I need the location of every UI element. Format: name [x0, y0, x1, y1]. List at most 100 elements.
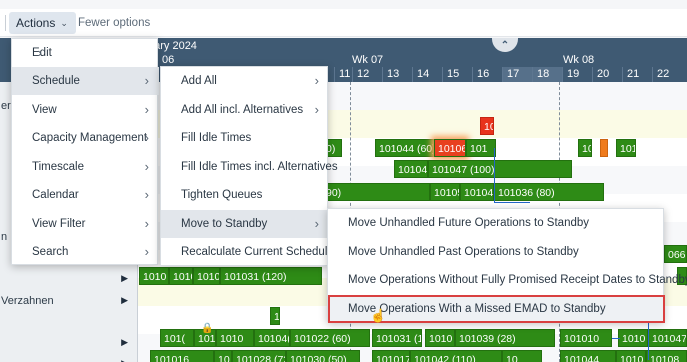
operation-bar[interactable]: 10104(	[254, 329, 290, 347]
operation-bar[interactable]: 101	[466, 139, 496, 157]
operation-bar[interactable]: 1010	[425, 329, 455, 347]
week-label: Wk 08	[563, 54, 595, 66]
operation-bar[interactable]: 101(	[160, 329, 194, 347]
operation-bar[interactable]: 101022 (60)	[290, 329, 370, 347]
menu-item-move-to-standby[interactable]: Move to Standby ›	[161, 210, 329, 238]
fewer-options-button[interactable]: Fewer options	[72, 12, 156, 34]
menu-item-tighten-queues[interactable]: Tighten Queues	[161, 181, 329, 209]
chevron-down-icon: ⌄	[60, 17, 68, 28]
chevron-right-icon: ›	[144, 130, 149, 145]
operation-bar[interactable]: 1010	[618, 329, 648, 347]
day-cell: 13	[382, 67, 412, 82]
menu-item-label: Capacity Management	[32, 132, 148, 144]
day-cell: 22	[652, 67, 682, 82]
menu-item-label: Recalculate Current Schedule	[181, 246, 334, 258]
operation-bar[interactable]: 10	[578, 139, 592, 157]
operation-bar[interactable]: 10	[480, 117, 494, 135]
chevron-right-icon: ›	[144, 73, 149, 88]
menu-item-recalculate-schedule[interactable]: Recalculate Current Schedule	[161, 238, 334, 266]
menu-item-edit[interactable]: Edit ›	[12, 39, 52, 67]
toolbar: Actions ⌄ Fewer options	[0, 9, 687, 37]
chevron-up-icon: ⌃	[500, 39, 510, 51]
menu-item-move-without-promised-receipt[interactable]: Move Operations Without Fully Promised R…	[328, 266, 687, 294]
day-cell: 19	[562, 67, 592, 82]
operation-bar[interactable]: 1	[270, 307, 280, 325]
menu-item-label: View	[32, 104, 57, 116]
operation-bar[interactable]: 101030 (50)	[286, 350, 360, 362]
dependency-link	[494, 148, 495, 202]
operation-bar[interactable]: 101031 (1	[372, 329, 422, 347]
menu-item-label: Search	[32, 246, 69, 258]
day-cell: 18	[532, 67, 562, 82]
operation-bar[interactable]: 066	[664, 245, 687, 263]
menu-item-add-all-alternatives[interactable]: Add All incl. Alternatives ›	[161, 96, 329, 124]
operation-bar[interactable]: 101017	[372, 350, 410, 362]
operation-bar[interactable]	[600, 139, 608, 157]
operation-bar[interactable]: 101039 (28)	[455, 329, 555, 347]
resource-row[interactable]: Verzahnen ▶	[0, 287, 138, 315]
resource-row[interactable]: ▶	[0, 350, 138, 362]
operation-bar[interactable]: 101036 (80)	[494, 183, 604, 201]
operation-bar[interactable]: 1010	[616, 350, 646, 362]
menu-item-view[interactable]: View ›	[12, 96, 159, 124]
dependency-link	[494, 202, 530, 203]
operation-bar[interactable]: 10108	[646, 350, 687, 362]
move-to-standby-submenu: Move Unhandled Future Operations to Stan…	[327, 208, 687, 323]
operation-bar[interactable]: 101047	[648, 329, 687, 347]
operation-bar[interactable]: 101044	[560, 350, 616, 362]
menu-item-label: Timescale	[32, 161, 84, 173]
menu-item-fill-idle-times[interactable]: Fill Idle Times	[161, 124, 329, 152]
chevron-right-icon: ›	[314, 73, 319, 88]
chevron-right-icon: ›	[37, 45, 42, 60]
operation-bar[interactable]: 101028 (72)	[232, 350, 286, 362]
menu-item-fill-idle-times-alternatives[interactable]: Fill Idle Times incl. Alternatives	[161, 153, 338, 181]
menu-item-search[interactable]: Search ›	[12, 238, 159, 266]
expand-triangle-icon[interactable]: ▶	[121, 273, 128, 284]
menu-item-label: Fill Idle Times incl. Alternatives	[181, 161, 338, 173]
menu-item-add-all[interactable]: Add All ›	[161, 67, 329, 95]
actions-button[interactable]: Actions ⌄	[9, 12, 76, 34]
operation-bar[interactable]: 101049	[460, 183, 494, 201]
expand-triangle-icon[interactable]: ▶	[121, 337, 128, 348]
operation-bar[interactable]: 101	[616, 139, 636, 157]
menu-item-label: Fill Idle Times	[181, 132, 252, 144]
operation-bar[interactable]: 101016	[150, 350, 214, 362]
resource-label: er	[1, 100, 11, 112]
expand-triangle-icon[interactable]: ▶	[121, 358, 128, 362]
chevron-right-icon: ›	[144, 159, 149, 174]
menu-item-label: Tighten Queues	[181, 189, 263, 201]
operation-bar[interactable]: 1010	[193, 267, 220, 285]
expand-triangle-icon[interactable]: ▶	[121, 295, 128, 306]
operation-bar[interactable]: 1010	[216, 329, 254, 347]
operation-bar[interactable]: 90)	[322, 183, 430, 201]
menu-item-calendar[interactable]: Calendar ›	[12, 181, 159, 209]
hand-cursor-icon: ☝	[370, 308, 387, 323]
day-cell: 21	[622, 67, 652, 82]
operation-bar[interactable]: 101010	[560, 329, 612, 347]
operation-bar[interactable]: 10106	[434, 139, 466, 157]
operation-bar[interactable]: 101047 (100)	[428, 160, 572, 178]
chevron-right-icon: ›	[314, 102, 319, 117]
menu-item-view-filter[interactable]: View Filter ›	[12, 210, 159, 238]
day-cell: 12	[352, 67, 382, 82]
menu-item-timescale[interactable]: Timescale ›	[12, 153, 159, 181]
schedule-submenu: Add All › Add All incl. Alternatives › F…	[160, 66, 338, 266]
collapse-header-button[interactable]: ⌃	[492, 38, 518, 52]
operation-bar[interactable]: 101044 (60)	[375, 139, 434, 157]
menu-item-schedule[interactable]: Schedule ›	[12, 67, 159, 95]
operation-bar[interactable]: 10	[214, 350, 232, 362]
day-cell: 15	[442, 67, 472, 82]
chevron-right-icon: ›	[144, 102, 149, 117]
menu-item-capacity-management[interactable]: Capacity Management ›	[12, 124, 159, 152]
operation-bar[interactable]: 10105	[430, 183, 460, 201]
operation-bar[interactable]: 101031 (120)	[220, 267, 322, 285]
operation-bar[interactable]: 101042 (110)	[410, 350, 502, 362]
day-cell: 20	[592, 67, 622, 82]
menu-item-move-unhandled-future[interactable]: Move Unhandled Future Operations to Stan…	[328, 209, 665, 237]
operation-bar[interactable]: 1010	[169, 267, 193, 285]
operation-bar[interactable]: 10	[502, 350, 542, 362]
operation-bar[interactable]: 101041	[394, 160, 428, 178]
menu-item-label: Move Unhandled Past Operations to Standb…	[348, 246, 579, 258]
menu-item-move-unhandled-past[interactable]: Move Unhandled Past Operations to Standb…	[328, 238, 665, 266]
operation-bar[interactable]: 1010	[139, 267, 169, 285]
